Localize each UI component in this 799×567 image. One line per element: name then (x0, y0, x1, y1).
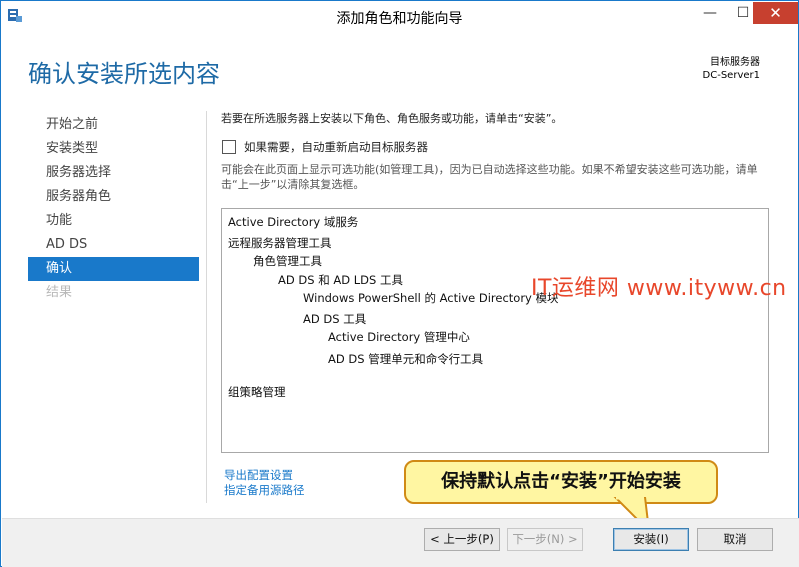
nav-step-server-roles[interactable]: 服务器角色 (28, 185, 199, 209)
annotation-callout: 保持默认点击“安装”开始安装 (404, 460, 718, 504)
target-server: 目标服务器 DC-Server1 (703, 56, 760, 82)
export-config-link[interactable]: 导出配置设置 (224, 467, 293, 483)
minimize-icon[interactable]: — (694, 2, 726, 24)
nav-step-ad-ds[interactable]: AD DS (28, 233, 199, 257)
install-button[interactable]: 安装(I) (613, 528, 689, 551)
list-item: Windows PowerShell 的 Active Directory 模块 (303, 291, 559, 305)
list-item: 远程服务器管理工具 (228, 236, 332, 250)
intro-text: 若要在所选服务器上安装以下角色、角色服务或功能，请单击“安装”。 (221, 112, 563, 125)
list-item: AD DS 和 AD LDS 工具 (278, 273, 403, 287)
window-title: 添加角色和功能向导 (336, 11, 463, 27)
target-server-name: DC-Server1 (702, 70, 760, 81)
nav-step-results: 结果 (46, 285, 73, 300)
previous-button[interactable]: < 上一步(P) (424, 528, 500, 551)
nav-step-confirmation[interactable]: 确认 (28, 257, 199, 281)
list-item: AD DS 管理单元和命令行工具 (328, 352, 484, 366)
alternate-source-link[interactable]: 指定备用源路径 (224, 482, 305, 498)
optional-features-note: 可能会在此页面上显示可选功能(如管理工具)，因为已自动选择这些功能。如果不希望安… (221, 163, 758, 191)
restart-checkbox-label[interactable]: 如果需要，自动重新启动目标服务器 (244, 139, 428, 155)
restart-checkbox[interactable] (222, 140, 236, 154)
list-item: AD DS 工具 (303, 312, 367, 326)
selected-features-list[interactable]: Active Directory 域服务 远程服务器管理工具 角色管理工具 AD… (221, 208, 769, 453)
list-item: Active Directory 管理中心 (328, 330, 470, 344)
close-icon[interactable]: ✕ (753, 2, 798, 24)
nav-step-before-you-begin[interactable]: 开始之前 (28, 113, 199, 137)
wizard-window: 添加角色和功能向导 — ☐ ✕ 确认安装所选内容 目标服务器 DC-Server… (0, 0, 799, 567)
list-item: Active Directory 域服务 (228, 215, 359, 229)
list-item: 角色管理工具 (253, 254, 322, 268)
cancel-button[interactable]: 取消 (697, 528, 773, 551)
next-button: 下一步(N) > (507, 528, 583, 551)
page-title: 确认安装所选内容 (28, 60, 220, 88)
title-bar[interactable]: 添加角色和功能向导 — ☐ ✕ (1, 1, 798, 31)
watermark-text: IT运维网 www.ityww.cn (531, 276, 787, 301)
nav-step-features[interactable]: 功能 (28, 209, 199, 233)
nav-step-server-selection[interactable]: 服务器选择 (28, 161, 199, 185)
list-item: 组策略管理 (228, 385, 286, 399)
nav-step-installation-type[interactable]: 安装类型 (28, 137, 199, 161)
nav-divider (206, 111, 207, 503)
target-server-label: 目标服务器 (710, 57, 760, 68)
wizard-steps-nav: 开始之前 安装类型 服务器选择 服务器角色 功能 AD DS 确认 结果 (28, 113, 199, 305)
